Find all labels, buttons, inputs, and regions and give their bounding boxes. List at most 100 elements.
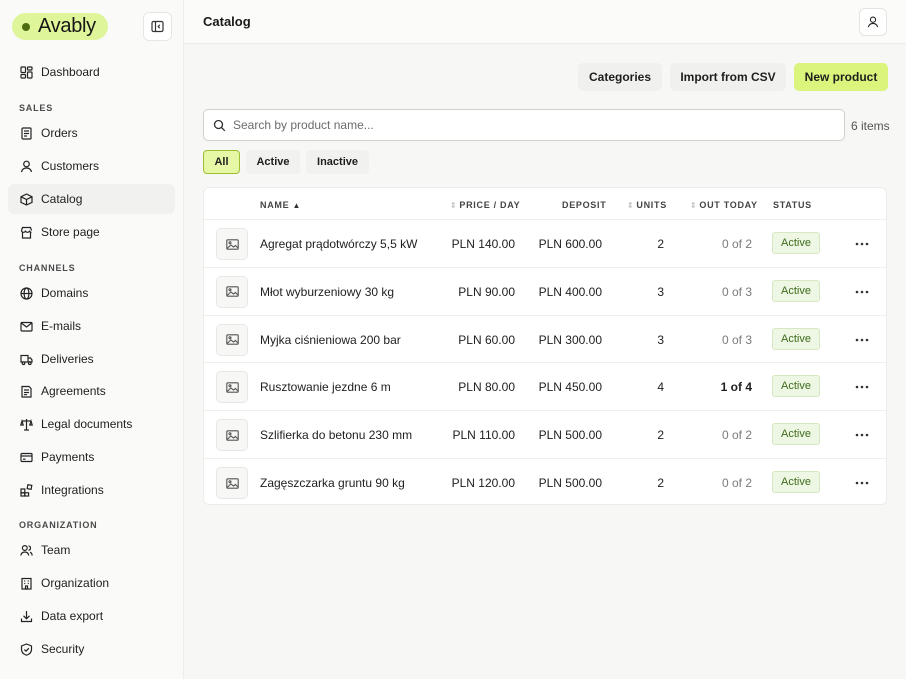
products-table: NAME ▲ ⇕ PRICE / DAY DEPOSIT ⇕ UNITS ⇕ OUT … [203, 187, 887, 505]
sidebar-item-data-export[interactable]: Data export [8, 601, 175, 631]
sidebar-item-label: E-mails [41, 319, 82, 333]
sidebar-item-security[interactable]: Security [8, 634, 175, 664]
product-name[interactable]: Młot wyburzeniowy 30 kg [260, 285, 394, 299]
image-placeholder-icon [225, 238, 239, 250]
row-actions-button[interactable] [850, 425, 874, 445]
sidebar-item-integrations[interactable]: Integrations [8, 475, 175, 505]
filter-tab-all[interactable]: All [203, 150, 240, 174]
agreement-icon [21, 385, 32, 398]
table-row[interactable]: Zagęszczarka gruntu 90 kg PLN 120.00 PLN 5… [204, 458, 886, 506]
sidebar-item-team[interactable]: Team [8, 535, 175, 565]
sidebar-item-domains[interactable]: Domains [8, 278, 175, 308]
filter-tab-active[interactable]: Active [246, 150, 300, 174]
orders-icon [21, 126, 32, 140]
row-actions-button[interactable] [850, 377, 874, 397]
sidebar-item-label: Legal documents [41, 417, 133, 431]
product-thumbnail [216, 371, 248, 404]
sidebar-item-emails[interactable]: E-mails [8, 311, 175, 341]
product-name[interactable]: Agregat prądotwórczy 5,5 kW [260, 237, 417, 251]
sidebar-item-label: Agreements [41, 384, 106, 398]
table-row[interactable]: Młot wyburzeniowy 30 kg PLN 90.00 PLN 400.… [204, 266, 886, 315]
sidebar-item-catalog[interactable]: Catalog [8, 184, 175, 214]
image-placeholder-icon [225, 334, 239, 345]
search-input[interactable] [233, 118, 823, 132]
sidebar-item-store-page[interactable]: Store page [8, 217, 175, 247]
sidebar-item-label: Security [41, 642, 85, 656]
new-product-button[interactable]: New product [794, 63, 888, 91]
column-header-label: NAME [260, 200, 290, 210]
sidebar-item-label: Catalog [41, 192, 83, 206]
sidebar-item-label: Orders [41, 126, 78, 140]
logo-dot-icon [22, 22, 30, 31]
brand-name: Avably [38, 15, 96, 37]
sidebar-item-legal-documents[interactable]: Legal documents [8, 409, 175, 439]
sidebar-item-payments[interactable]: Payments [8, 442, 175, 472]
scale-icon [20, 418, 33, 431]
sidebar-item-organization[interactable]: Organization [8, 568, 175, 598]
brand-logo[interactable]: Avably [12, 13, 108, 40]
search-box[interactable] [203, 109, 845, 141]
product-deposit: PLN 600.00 [538, 237, 602, 251]
table-row[interactable]: Myjka ciśnieniowa 200 bar PLN 60.00 PLN 30… [204, 314, 886, 363]
filter-tab-inactive[interactable]: Inactive [306, 150, 369, 174]
status-badge: Active [772, 279, 820, 302]
top-header: Catalog [184, 0, 906, 44]
column-header-deposit[interactable]: DEPOSIT [562, 200, 606, 210]
table-row[interactable]: Agregat prądotwórczy 5,5 kW PLN 140.00 PLN… [204, 219, 886, 267]
sidebar-section-channels: CHANNELS [19, 263, 76, 273]
column-header-label: PRICE / DAY [459, 200, 521, 210]
product-name[interactable]: Szlifierka do betonu 230 mm [260, 428, 412, 442]
product-out-today: 1 of 4 [720, 380, 752, 395]
user-menu-button[interactable] [859, 8, 887, 36]
status-badge: Active [772, 423, 820, 446]
user-icon [867, 16, 879, 28]
column-header-units[interactable]: ⇕ UNITS [627, 200, 667, 210]
import-csv-button[interactable]: Import from CSV [670, 63, 786, 91]
row-actions-button[interactable] [850, 473, 874, 493]
row-actions-button[interactable] [850, 234, 874, 254]
row-actions-button[interactable] [850, 282, 874, 302]
sidebar-item-label: Deliveries [41, 352, 94, 366]
globe-icon [20, 286, 33, 300]
product-name[interactable]: Rusztowanie jezdne 6 m [260, 380, 391, 394]
sidebar-item-label: Team [41, 543, 71, 557]
sidebar-item-orders[interactable]: Orders [8, 118, 175, 148]
table-row[interactable]: Rusztowanie jezdne 6 m PLN 80.00 PLN 450.0… [204, 362, 886, 410]
product-units: 2 [657, 237, 664, 251]
product-thumbnail [216, 228, 248, 260]
product-thumbnail [216, 323, 248, 356]
product-name[interactable]: Myjka ciśnieniowa 200 bar [260, 333, 401, 347]
image-placeholder-icon [225, 382, 239, 393]
more-horizontal-icon [855, 290, 869, 294]
sidebar-toggle-icon [151, 20, 164, 33]
sidebar-item-label: Data export [41, 609, 104, 623]
user-icon [20, 160, 33, 172]
collapse-sidebar-button[interactable] [143, 12, 172, 41]
row-actions-button[interactable] [850, 330, 874, 350]
more-horizontal-icon [855, 386, 869, 389]
product-deposit: PLN 300.00 [538, 332, 602, 347]
mail-icon [20, 321, 33, 332]
sidebar-item-label: Domains [41, 286, 89, 300]
product-thumbnail [216, 275, 248, 308]
building-icon [21, 577, 32, 590]
sidebar-item-label: Store page [41, 225, 100, 239]
column-header-price[interactable]: ⇕ PRICE / DAY [450, 200, 520, 210]
product-price: PLN 140.00 [451, 237, 515, 251]
users-icon [20, 544, 33, 556]
table-row[interactable]: Szlifierka do betonu 230 mm PLN 110.00 PLN… [204, 410, 886, 458]
product-units: 4 [657, 380, 664, 395]
sidebar-item-agreements[interactable]: Agreements [8, 376, 175, 406]
categories-button[interactable]: Categories [578, 63, 662, 91]
sidebar-item-dashboard[interactable]: Dashboard [8, 57, 175, 87]
sidebar-item-customers[interactable]: Customers [8, 151, 175, 181]
product-name[interactable]: Zagęszczarka gruntu 90 kg [260, 476, 405, 490]
product-out-today: 0 of 3 [721, 332, 752, 347]
sort-asc-icon: ▲ [292, 201, 302, 210]
product-out-today: 0 of 2 [721, 237, 752, 251]
column-header-name[interactable]: NAME ▲ [260, 200, 303, 210]
sidebar-item-deliveries[interactable]: Deliveries [8, 344, 175, 374]
sidebar-item-label: Customers [41, 159, 100, 173]
column-header-status: STATUS [773, 200, 812, 210]
column-header-out-today[interactable]: ⇕ OUT TODAY [690, 200, 758, 210]
